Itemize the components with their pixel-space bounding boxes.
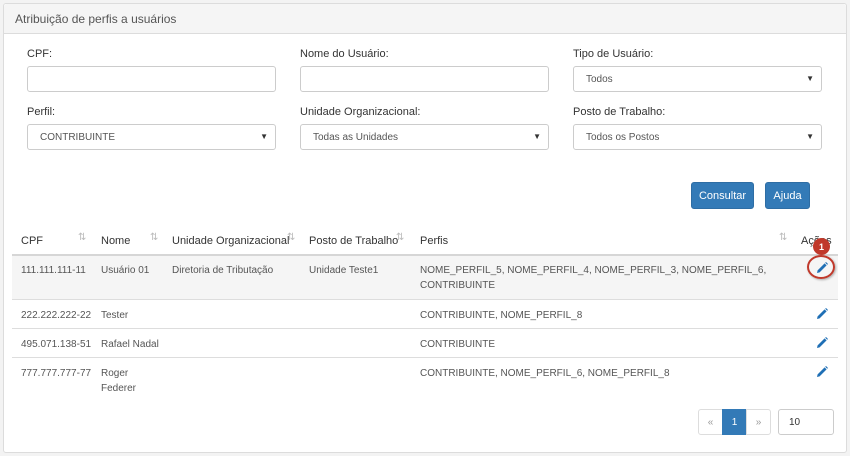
sort-icon[interactable]: ⇅ bbox=[779, 232, 787, 243]
page-size-input[interactable]: 10 bbox=[778, 409, 834, 435]
row1-nome: Usuário 01 bbox=[101, 265, 150, 276]
header-cpf[interactable]: CPF bbox=[21, 235, 43, 247]
row1-cpf: 111.111.111-11 bbox=[21, 265, 86, 276]
perfil-label: Perfil: bbox=[27, 106, 56, 118]
step-badge: 1 bbox=[813, 238, 830, 255]
panel-header: Atribuição de perfis a usuários bbox=[4, 4, 846, 34]
row4-nome-cont: Federer bbox=[101, 383, 137, 394]
row1-perfis: NOME_PERFIL_5, NOME_PERFIL_4, NOME_PERFI… bbox=[420, 265, 767, 276]
nome-input[interactable] bbox=[300, 66, 549, 92]
row-divider bbox=[12, 299, 838, 300]
pencil-icon[interactable] bbox=[815, 307, 829, 321]
caret-down-icon: ▼ bbox=[260, 132, 268, 141]
tipo-label: Tipo de Usuário: bbox=[573, 48, 654, 60]
sort-icon[interactable]: ⇅ bbox=[150, 232, 158, 243]
row1-posto: Unidade Teste1 bbox=[309, 265, 379, 276]
row2-nome: Tester bbox=[101, 310, 129, 321]
header-nome[interactable]: Nome bbox=[101, 235, 130, 247]
pencil-icon[interactable] bbox=[815, 336, 829, 350]
row2-cpf: 222.222.222-22 bbox=[21, 310, 92, 321]
unidade-label: Unidade Organizacional: bbox=[300, 106, 421, 118]
row-divider bbox=[12, 357, 838, 358]
row2-perfis: CONTRIBUINTE, NOME_PERFIL_8 bbox=[420, 310, 583, 321]
pagination-page-1[interactable]: 1 bbox=[722, 409, 747, 435]
header-posto[interactable]: Posto de Trabalho bbox=[309, 235, 398, 247]
row3-nome: Rafael Nadal bbox=[101, 339, 159, 350]
cpf-label: CPF: bbox=[27, 48, 53, 60]
sort-icon[interactable]: ⇅ bbox=[78, 232, 86, 243]
cpf-input[interactable] bbox=[27, 66, 276, 92]
pencil-icon[interactable] bbox=[815, 365, 829, 379]
pagination-next[interactable]: » bbox=[746, 409, 771, 435]
perfil-select[interactable]: CONTRIBUINTE ▼ bbox=[27, 124, 276, 150]
consultar-button[interactable]: Consultar bbox=[691, 182, 754, 209]
header-perfis[interactable]: Perfis bbox=[420, 235, 448, 247]
highlight-ring bbox=[807, 255, 835, 279]
ajuda-button[interactable]: Ajuda bbox=[765, 182, 810, 209]
row3-perfis: CONTRIBUINTE bbox=[420, 339, 495, 350]
perfil-selected: CONTRIBUINTE bbox=[40, 131, 115, 143]
row-divider bbox=[12, 328, 838, 329]
posto-select[interactable]: Todos os Postos ▼ bbox=[573, 124, 822, 150]
row3-cpf: 495.071.138-51 bbox=[21, 339, 92, 350]
header-unidade[interactable]: Unidade Organizacional bbox=[172, 235, 289, 247]
caret-down-icon: ▼ bbox=[806, 132, 814, 141]
posto-label: Posto de Trabalho: bbox=[573, 106, 666, 118]
row1-unidade: Diretoria de Tributação bbox=[172, 265, 274, 276]
sort-icon[interactable]: ⇅ bbox=[287, 232, 295, 243]
row1-perfis-cont: CONTRIBUINTE bbox=[420, 280, 495, 291]
unidade-select[interactable]: Todas as Unidades ▼ bbox=[300, 124, 549, 150]
unidade-selected: Todas as Unidades bbox=[313, 131, 399, 143]
row4-nome: Roger bbox=[101, 368, 129, 379]
posto-selected: Todos os Postos bbox=[586, 131, 660, 143]
pagination-prev[interactable]: « bbox=[698, 409, 723, 435]
caret-down-icon: ▼ bbox=[533, 132, 541, 141]
nome-label: Nome do Usuário: bbox=[300, 48, 389, 60]
tipo-select[interactable]: Todos ▼ bbox=[573, 66, 822, 92]
caret-down-icon: ▼ bbox=[806, 74, 814, 83]
tipo-selected: Todos bbox=[586, 73, 613, 85]
row4-cpf: 777.777.777-77 bbox=[21, 368, 92, 379]
page-title: Atribuição de perfis a usuários bbox=[15, 12, 177, 26]
sort-icon[interactable]: ⇅ bbox=[396, 232, 404, 243]
row4-perfis: CONTRIBUINTE, NOME_PERFIL_6, NOME_PERFIL… bbox=[420, 368, 670, 379]
